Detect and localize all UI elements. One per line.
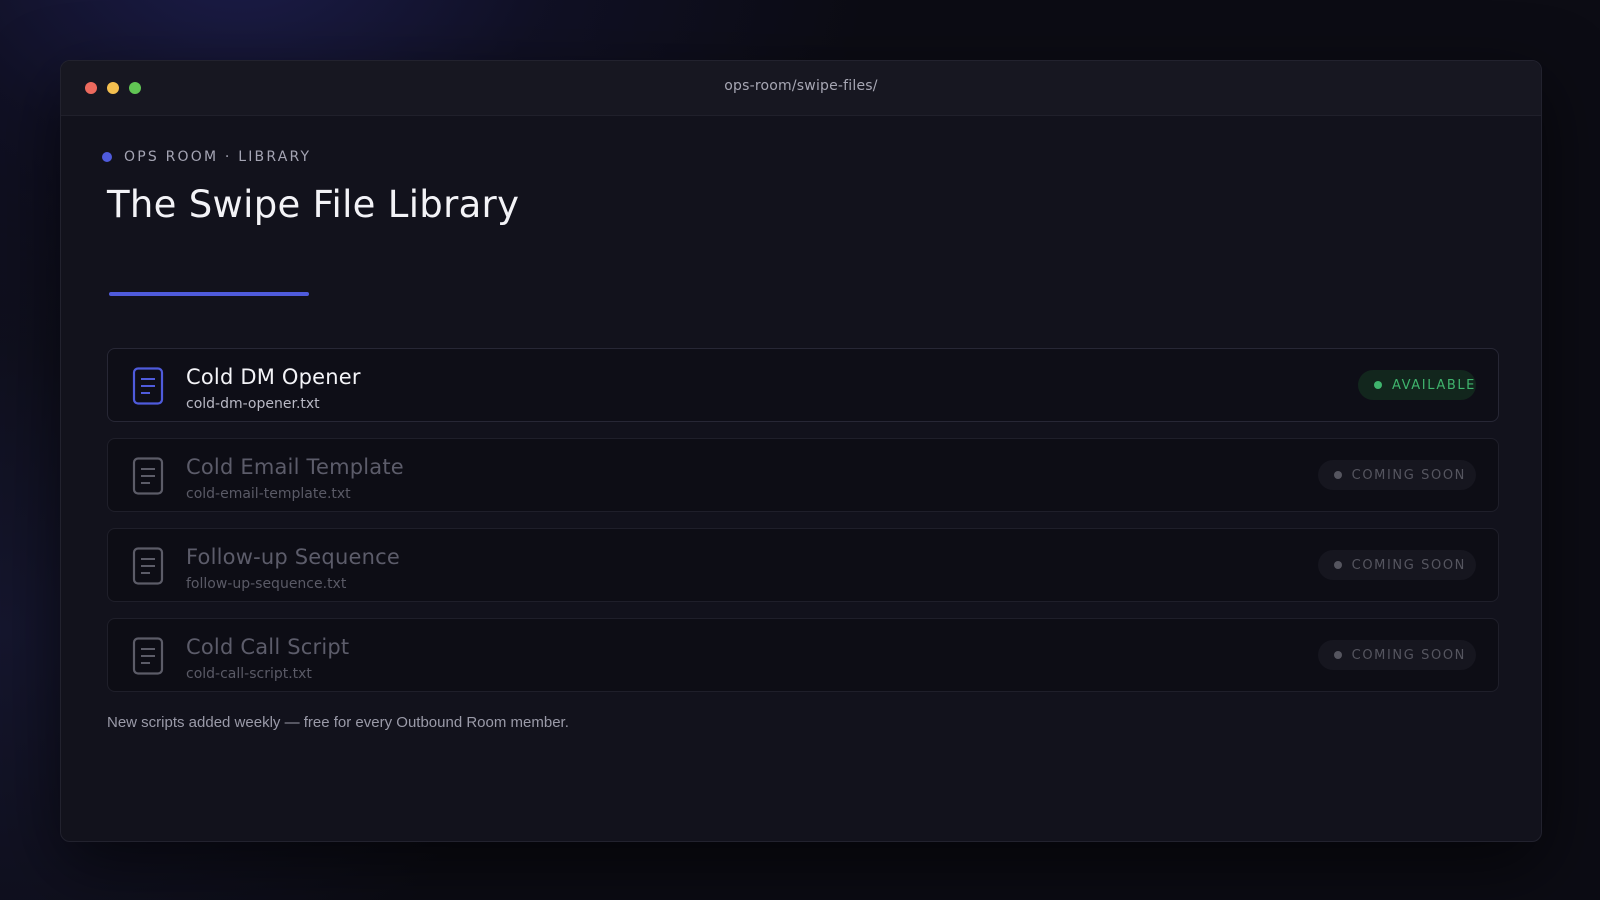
status-label: COMING SOON bbox=[1351, 467, 1466, 483]
page-title: The Swipe File Library bbox=[107, 183, 520, 226]
title-underline bbox=[109, 292, 309, 296]
footer-note: New scripts added weekly — free for ever… bbox=[107, 714, 569, 731]
file-card-cold-email-template[interactable]: Cold Email Template cold-email-template.… bbox=[107, 438, 1499, 512]
status-badge-coming-soon: COMING SOON bbox=[1317, 640, 1476, 670]
title-bar: ops-room/swipe-files/ bbox=[61, 61, 1541, 116]
file-title: Cold DM Opener bbox=[186, 365, 361, 389]
app-window: ops-room/swipe-files/ OPS ROOM · LIBRARY… bbox=[60, 60, 1542, 842]
document-icon bbox=[132, 637, 164, 675]
file-card-follow-up-sequence[interactable]: Follow-up Sequence follow-up-sequence.tx… bbox=[107, 528, 1499, 602]
status-badge-available: AVAILABLE bbox=[1357, 370, 1476, 400]
status-dot-icon bbox=[1373, 381, 1382, 389]
status-dot-icon bbox=[1333, 561, 1342, 569]
eyebrow-dot-icon bbox=[102, 152, 112, 162]
file-filename: cold-call-script.txt bbox=[186, 666, 312, 682]
section-eyebrow: OPS ROOM · LIBRARY bbox=[102, 149, 312, 165]
status-label: COMING SOON bbox=[1351, 557, 1466, 573]
file-title: Cold Call Script bbox=[186, 635, 350, 659]
file-card-cold-call-script[interactable]: Cold Call Script cold-call-script.txt CO… bbox=[107, 618, 1499, 692]
file-filename: cold-email-template.txt bbox=[186, 486, 351, 502]
file-filename: follow-up-sequence.txt bbox=[186, 576, 347, 592]
eyebrow-label: OPS ROOM · LIBRARY bbox=[124, 149, 312, 165]
status-label: AVAILABLE bbox=[1391, 377, 1476, 393]
document-icon bbox=[132, 547, 164, 585]
status-dot-icon bbox=[1333, 651, 1342, 659]
document-icon bbox=[132, 457, 164, 495]
file-title: Cold Email Template bbox=[186, 455, 404, 479]
status-dot-icon bbox=[1333, 471, 1342, 479]
document-icon bbox=[132, 367, 164, 405]
library-content: OPS ROOM · LIBRARY The Swipe File Librar… bbox=[102, 115, 1499, 841]
status-badge-coming-soon: COMING SOON bbox=[1317, 460, 1476, 490]
status-label: COMING SOON bbox=[1351, 647, 1466, 663]
file-card-cold-dm-opener[interactable]: Cold DM Opener cold-dm-opener.txt AVAILA… bbox=[107, 348, 1499, 422]
status-badge-coming-soon: COMING SOON bbox=[1317, 550, 1476, 580]
file-title: Follow-up Sequence bbox=[186, 545, 400, 569]
window-path-title: ops-room/swipe-files/ bbox=[724, 78, 878, 94]
swipe-file-list: Cold DM Opener cold-dm-opener.txt AVAILA… bbox=[107, 348, 1499, 708]
file-filename: cold-dm-opener.txt bbox=[186, 396, 320, 412]
